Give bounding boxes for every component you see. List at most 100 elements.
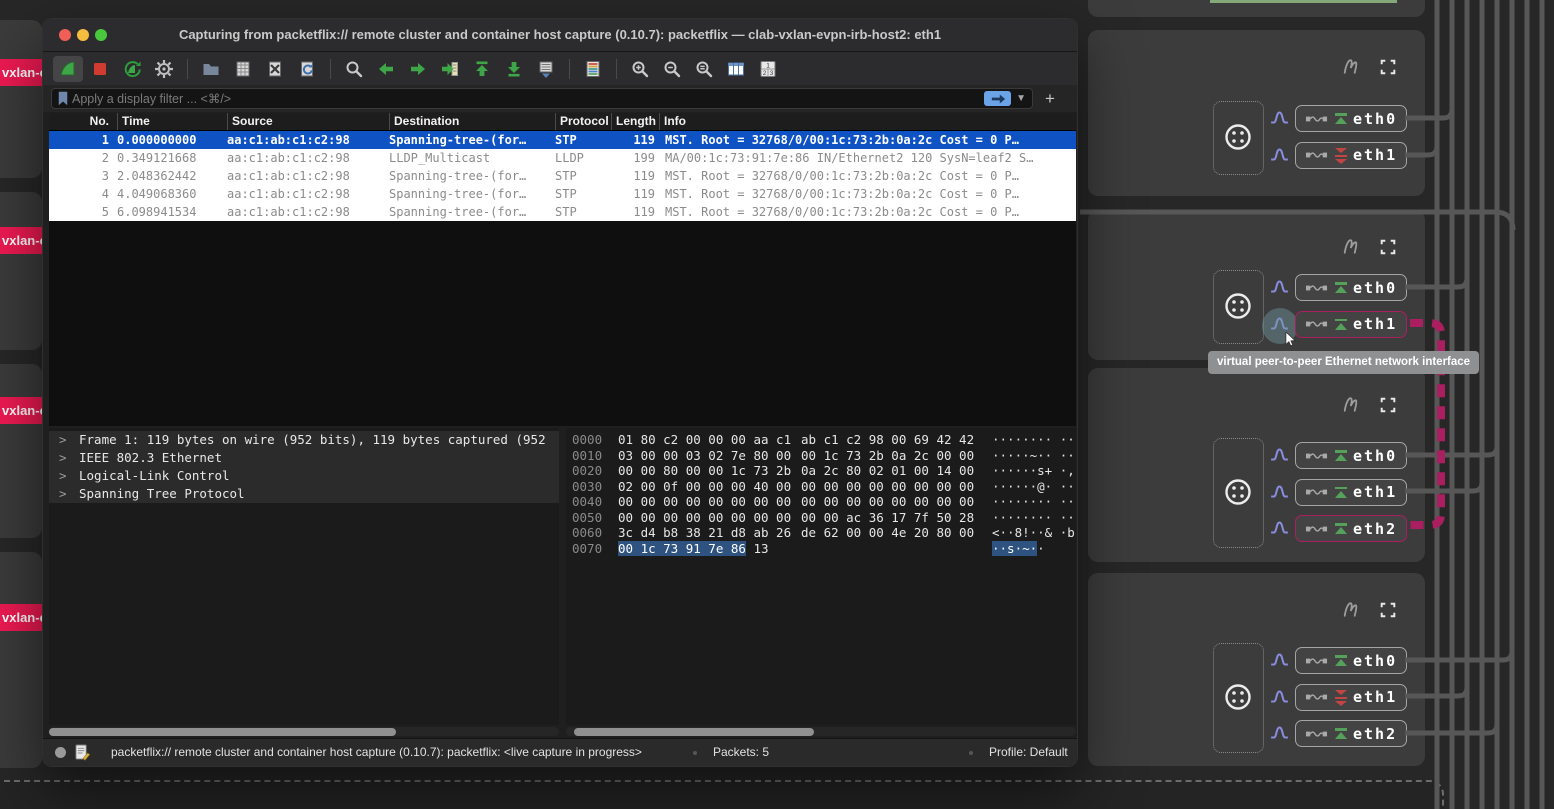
capture-fin-icon[interactable] <box>1340 56 1361 77</box>
expand-chevron-icon[interactable]: > <box>59 485 79 503</box>
restart-capture-button[interactable] <box>117 56 147 82</box>
packet-row[interactable]: 44.049068360aa:c1:ab:c1:c2:98Spanning-tr… <box>49 185 1076 203</box>
packet-capture-wave-icon[interactable] <box>1270 447 1289 462</box>
hex-row[interactable]: 007000 1c 73 91 7e 86 13··s·~·· <box>566 541 1076 557</box>
close-file-button[interactable] <box>260 56 290 82</box>
window-titlebar[interactable]: Capturing from packetflix:// remote clus… <box>43 19 1077 52</box>
interface-pill-eth2[interactable]: eth2 <box>1295 720 1407 747</box>
network-namespace-icon[interactable] <box>1224 292 1252 320</box>
go-to-bottom-button[interactable] <box>499 56 529 82</box>
open-file-button[interactable] <box>196 56 226 82</box>
display-filter-input[interactable] <box>70 91 984 107</box>
bookmark-icon[interactable] <box>56 90 70 107</box>
maximize-icon[interactable] <box>1379 601 1397 619</box>
expand-chevron-icon[interactable]: > <box>59 449 79 467</box>
namespace-icon-wrap[interactable] <box>1224 683 1252 711</box>
column-header-info[interactable]: Info <box>659 113 1076 130</box>
capture-wave-button[interactable] <box>1270 484 1292 502</box>
hex-row[interactable]: 005000 00 00 00 00 00 00 0000 00 ac 36 1… <box>566 510 1076 526</box>
namespace-icon-wrap[interactable] <box>1224 123 1252 151</box>
display-filter-box[interactable]: ▼ <box>51 88 1033 109</box>
interface-pill-eth0[interactable]: eth0 <box>1295 105 1407 132</box>
detail-row[interactable]: >Spanning Tree Protocol <box>49 485 559 503</box>
maximize-icon[interactable] <box>1379 58 1397 76</box>
filter-dropdown-caret[interactable]: ▼ <box>1016 93 1026 104</box>
zoom-in-button[interactable] <box>625 56 655 82</box>
detail-row[interactable]: >Logical-Link Control <box>49 467 559 485</box>
auto-scroll-button[interactable] <box>531 56 561 82</box>
packet-capture-wave-icon[interactable] <box>1270 147 1289 162</box>
namespace-icon-wrap[interactable] <box>1224 478 1252 506</box>
go-back-button[interactable] <box>371 56 401 82</box>
zoom-out-button[interactable] <box>657 56 687 82</box>
go-to-packet-button[interactable] <box>435 56 465 82</box>
maximize-icon[interactable] <box>1379 238 1397 256</box>
hex-row[interactable]: 000001 80 c2 00 00 00 aa c1ab c1 c2 98 0… <box>566 432 1076 448</box>
topology-card[interactable]: eth0eth1eth2 <box>1088 368 1425 562</box>
start-capture-button[interactable] <box>53 56 83 82</box>
capture-options-button[interactable] <box>149 56 179 82</box>
column-header-time[interactable]: Time <box>117 113 227 130</box>
hex-hscrollbar[interactable] <box>566 727 1076 736</box>
save-file-button[interactable] <box>228 56 258 82</box>
detail-row[interactable]: >IEEE 802.3 Ethernet <box>49 449 559 467</box>
column-header-len[interactable]: Length <box>611 113 659 130</box>
column-header-no[interactable]: No. <box>49 113 117 130</box>
capture-wave-button[interactable] <box>1270 279 1292 297</box>
capture-fin-icon[interactable] <box>1340 236 1361 257</box>
namespace-icon-wrap[interactable] <box>1224 292 1252 320</box>
capture-fin-icon[interactable] <box>1340 394 1361 415</box>
maximize-icon[interactable] <box>1379 396 1397 414</box>
interface-pill-eth1[interactable]: eth1 <box>1295 311 1407 338</box>
hex-row[interactable]: 00603c d4 b8 38 21 d8 ab 26de 62 00 00 4… <box>566 525 1076 541</box>
go-to-top-button[interactable] <box>467 56 497 82</box>
column-header-proto[interactable]: Protocol <box>555 113 611 130</box>
apply-filter-button[interactable] <box>984 91 1011 106</box>
find-packet-button[interactable] <box>339 56 369 82</box>
capture-wave-button[interactable] <box>1270 652 1292 670</box>
topology-card[interactable]: eth0 eth1 <box>1088 210 1425 360</box>
packet-capture-wave-icon[interactable] <box>1270 520 1289 535</box>
profile-label[interactable]: Profile: Default <box>989 739 1068 766</box>
hex-row[interactable]: 004000 00 00 00 00 00 00 0000 00 00 00 0… <box>566 494 1076 510</box>
network-namespace-icon[interactable] <box>1224 478 1252 506</box>
hex-row[interactable]: 002000 00 80 00 00 1c 73 2b0a 2c 80 02 0… <box>566 463 1076 479</box>
reload-file-button[interactable] <box>292 56 322 82</box>
topology-card[interactable]: eth0 eth1 eth2 <box>1088 573 1425 766</box>
zoom-reset-button[interactable] <box>689 56 719 82</box>
go-forward-button[interactable] <box>403 56 433 82</box>
capture-wave-button[interactable] <box>1270 110 1292 128</box>
interface-pill-eth0[interactable]: eth0 <box>1295 274 1407 301</box>
interface-pill-eth1[interactable]: eth1 <box>1295 479 1407 506</box>
hex-row[interactable]: 001003 00 00 03 02 7e 80 0000 1c 73 2b 0… <box>566 448 1076 464</box>
hex-row[interactable]: 003002 00 0f 00 00 00 40 0000 00 00 00 0… <box>566 479 1076 495</box>
capture-wave-button[interactable] <box>1270 447 1292 465</box>
packet-capture-wave-icon[interactable] <box>1270 484 1289 499</box>
expand-chevron-icon[interactable]: > <box>59 431 79 449</box>
packet-capture-wave-icon[interactable] <box>1270 110 1289 125</box>
resize-columns-button[interactable] <box>721 56 751 82</box>
interface-pill-eth0[interactable]: eth0 <box>1295 647 1407 674</box>
packet-capture-wave-icon[interactable] <box>1270 279 1289 294</box>
column-header-dst[interactable]: Destination <box>389 113 555 130</box>
colorize-button[interactable] <box>578 56 608 82</box>
packet-capture-wave-icon[interactable] <box>1270 689 1289 704</box>
topology-card[interactable]: eth0eth1 <box>1088 30 1425 196</box>
packet-row[interactable]: 32.048362442aa:c1:ab:c1:c2:98Spanning-tr… <box>49 167 1076 185</box>
interface-pill-eth1[interactable]: eth1 <box>1295 684 1407 711</box>
capture-wave-button[interactable] <box>1270 725 1292 743</box>
packet-row[interactable]: 20.349121668aa:c1:ab:c1:c2:98LLDP_Multic… <box>49 149 1076 167</box>
stop-capture-button[interactable] <box>85 56 115 82</box>
packet-capture-wave-icon[interactable] <box>1270 725 1289 740</box>
packet-capture-wave-icon[interactable] <box>1270 652 1289 667</box>
expand-chevron-icon[interactable]: > <box>59 467 79 485</box>
capture-wave-button[interactable] <box>1270 689 1292 707</box>
column-header-src[interactable]: Source <box>227 113 389 130</box>
capture-fin-icon[interactable] <box>1340 599 1361 620</box>
packet-row[interactable]: 10.000000000aa:c1:ab:c1:c2:98Spanning-tr… <box>49 131 1076 149</box>
capture-wave-button[interactable] <box>1270 520 1292 538</box>
expert-info-icon[interactable] <box>55 747 66 758</box>
number-columns-button[interactable]: 123 <box>753 56 783 82</box>
packet-row[interactable]: 56.098941534aa:c1:ab:c1:c2:98Spanning-tr… <box>49 203 1076 221</box>
interface-pill-eth0[interactable]: eth0 <box>1295 442 1407 469</box>
